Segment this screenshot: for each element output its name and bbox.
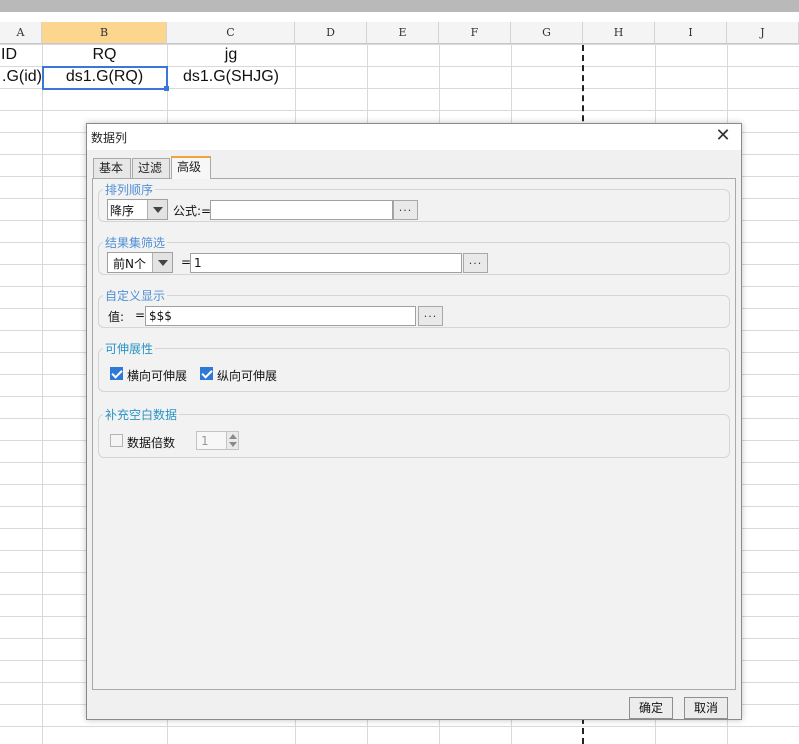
fill-blank-data-legend: 补充空白数据 <box>103 406 180 423</box>
custom-display-value-label: 值: <box>108 310 125 324</box>
vertical-expand-label[interactable]: 纵向可伸展 <box>217 367 277 384</box>
custom-display-equals: = <box>135 308 146 322</box>
data-multiple-value: 1 <box>201 434 209 448</box>
window-top-bar <box>0 0 799 12</box>
vertical-expand-checkbox[interactable] <box>200 367 213 380</box>
grid-row-line <box>0 110 799 111</box>
result-filter-value-input[interactable] <box>190 253 462 273</box>
horizontal-expand-checkbox[interactable] <box>110 367 123 380</box>
expandability-legend: 可伸展性 <box>103 340 156 357</box>
formula-label: 公式:= <box>173 204 212 218</box>
column-header-i[interactable]: I <box>655 22 727 44</box>
column-header-h[interactable]: H <box>583 22 655 44</box>
column-header-d[interactable]: D <box>295 22 367 44</box>
result-filter-mode-value: 前N个 <box>113 257 146 271</box>
grid-column-line <box>42 45 43 744</box>
stepper-up-icon[interactable] <box>229 434 237 439</box>
sort-formula-input[interactable] <box>210 200 393 220</box>
fill-handle[interactable] <box>164 86 169 91</box>
sort-order-group: 排列顺序 降序 公式:= ... <box>98 181 730 222</box>
column-header-a[interactable]: A <box>0 22 42 44</box>
column-header-e[interactable]: E <box>367 22 439 44</box>
result-filter-ellipsis-button[interactable]: ... <box>463 253 488 273</box>
tab-advanced[interactable]: 高级 <box>171 156 211 179</box>
column-header-f[interactable]: F <box>439 22 511 44</box>
custom-display-ellipsis-button[interactable]: ... <box>418 306 443 326</box>
column-header-c[interactable]: C <box>167 22 295 44</box>
dialog-title: 数据列 <box>91 131 128 145</box>
advanced-tab-panel: 排列顺序 降序 公式:= ... 结果集筛选 前N个 = ... 自定义显示 值… <box>92 178 736 690</box>
cancel-button[interactable]: 取消 <box>684 697 728 719</box>
stepper-buttons[interactable] <box>226 432 238 449</box>
result-filter-mode-select[interactable]: 前N个 <box>107 252 173 273</box>
stepper-down-icon[interactable] <box>229 442 237 447</box>
close-icon[interactable]: ✕ <box>713 126 733 146</box>
result-filter-legend: 结果集筛选 <box>103 234 168 251</box>
sort-order-value: 降序 <box>110 204 135 218</box>
custom-display-legend: 自定义显示 <box>103 287 168 304</box>
chevron-down-icon[interactable] <box>147 200 167 219</box>
data-multiple-label[interactable]: 数据倍数 <box>127 434 175 451</box>
column-header-g[interactable]: G <box>511 22 583 44</box>
cell-b1[interactable]: RQ <box>42 44 167 66</box>
custom-display-group: 自定义显示 值: = ... <box>98 287 730 328</box>
custom-display-value-input[interactable] <box>145 306 416 326</box>
tab-filter[interactable]: 过滤 <box>132 158 170 178</box>
result-filter-group: 结果集筛选 前N个 = ... <box>98 234 730 275</box>
column-header-j[interactable]: J <box>727 22 799 44</box>
selected-cell-border <box>42 66 169 91</box>
cell-a2[interactable]: .G(id) <box>0 66 42 88</box>
cell-c2[interactable]: ds1.G(SHJG) <box>167 66 295 88</box>
data-column-dialog: 数据列 ✕ 基本 过滤 高级 排列顺序 降序 公式:= ... 结果集筛选 前N… <box>86 123 742 720</box>
ok-button[interactable]: 确定 <box>629 697 673 719</box>
grid-row-line <box>0 726 799 727</box>
data-multiple-stepper[interactable]: 1 <box>196 431 239 450</box>
fill-blank-data-group: 补充空白数据 数据倍数 1 <box>98 406 730 458</box>
chevron-down-icon[interactable] <box>152 253 172 272</box>
dialog-title-bar[interactable]: 数据列 ✕ <box>87 124 741 150</box>
sort-formula-ellipsis-button[interactable]: ... <box>393 200 418 220</box>
horizontal-expand-label[interactable]: 横向可伸展 <box>127 367 187 384</box>
cell-a1[interactable]: ID <box>0 44 42 66</box>
sort-order-select[interactable]: 降序 <box>107 199 168 220</box>
tab-basic[interactable]: 基本 <box>93 158 131 178</box>
expandability-group: 可伸展性 横向可伸展 纵向可伸展 <box>98 340 730 392</box>
column-header-b[interactable]: B <box>42 22 167 44</box>
data-multiple-checkbox[interactable] <box>110 434 123 447</box>
sort-order-legend: 排列顺序 <box>103 181 156 198</box>
cell-c1[interactable]: jg <box>167 44 295 66</box>
